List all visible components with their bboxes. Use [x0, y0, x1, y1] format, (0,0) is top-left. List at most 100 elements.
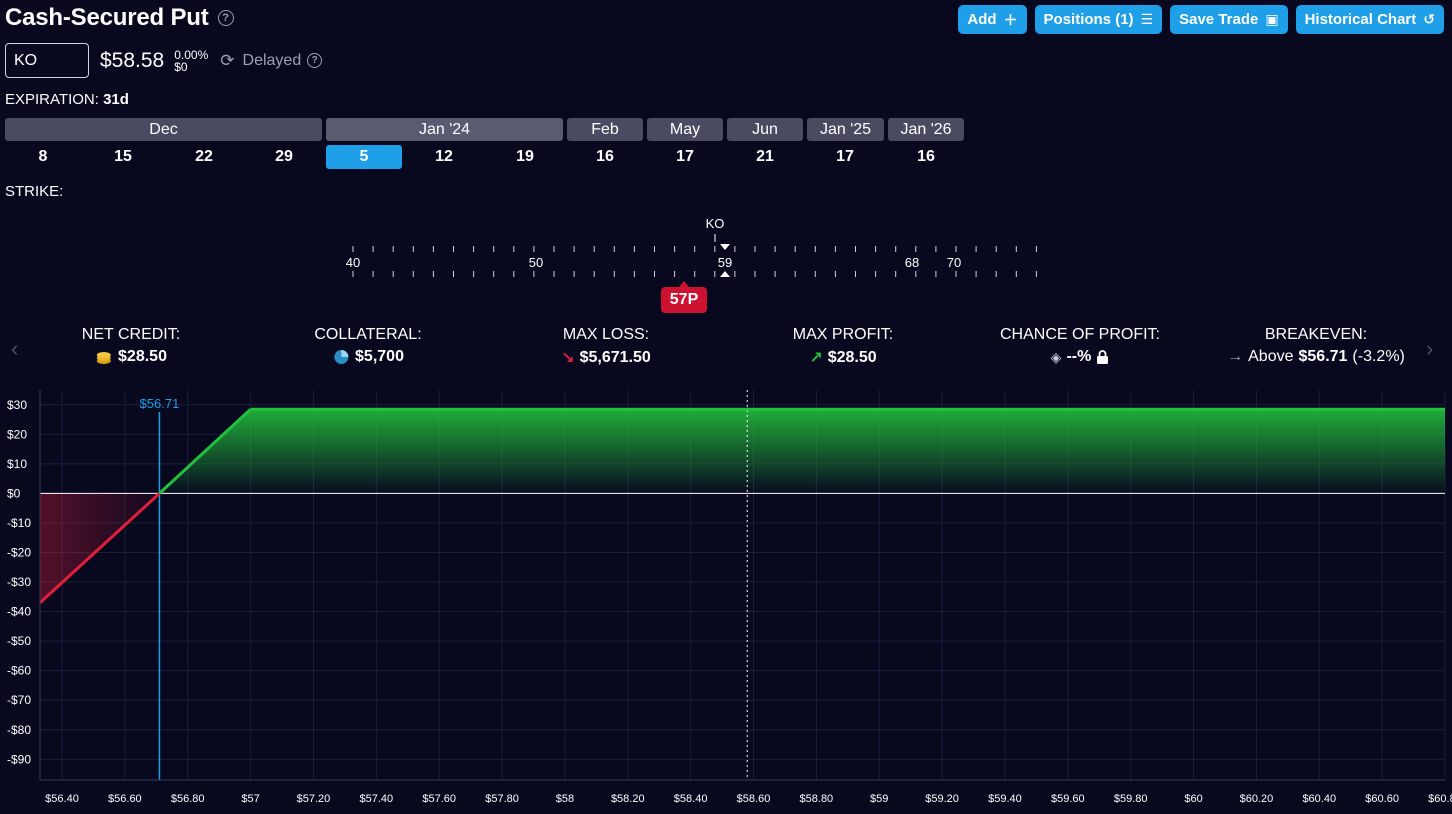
chance-of-profit-value: --%	[1066, 348, 1092, 365]
strike-ticks	[352, 246, 1037, 277]
month-jan-25[interactable]: Jan '25	[807, 118, 884, 141]
x-tick-label: $57	[241, 793, 259, 805]
title-text: Cash-Secured Put	[5, 4, 209, 31]
stat-label: BREAKEVEN:	[1264, 326, 1368, 343]
net-credit-stat: NET CREDIT: $28.50	[82, 326, 180, 366]
month-dec[interactable]: Dec	[5, 118, 322, 141]
expiration-day[interactable]: 12	[406, 145, 482, 169]
stat-value-row: ↘ $5,671.50	[561, 348, 651, 368]
historical-chart-button[interactable]: Historical Chart ↺	[1295, 5, 1444, 34]
strike-slider[interactable]: KO 40 50 59 68 70	[0, 210, 1452, 320]
stat-label: MAX PROFIT:	[792, 326, 894, 343]
breakeven-label: $56.71	[140, 396, 180, 411]
breakeven-value: $56.71	[1298, 348, 1348, 365]
delayed-help-icon[interactable]: ?	[307, 53, 323, 68]
expiration-day[interactable]: 21	[727, 145, 803, 169]
expiration-day[interactable]: 22	[166, 145, 242, 169]
profit-area	[159, 409, 1446, 494]
change-amount: $0	[174, 59, 188, 74]
underlying-marker-label: KO	[706, 216, 725, 231]
expiration-day[interactable]: 29	[246, 145, 322, 169]
expiration-day[interactable]: 15	[85, 145, 161, 169]
y-tick-label: -$20	[7, 546, 31, 560]
strike-handle-57p[interactable]: 57P	[661, 281, 707, 313]
x-tick-label: $60.40	[1302, 793, 1336, 805]
chance-of-profit-stat: CHANCE OF PROFIT: ◈ --%	[1000, 326, 1160, 366]
trade-stats: ‹ NET CREDIT: $28.50 COLLATERAL: $5,700 …	[0, 320, 1452, 378]
month-jan-24[interactable]: Jan '24	[326, 118, 563, 141]
y-tick-label: -$10	[7, 516, 31, 530]
stat-value-row: → Above $56.71 (-3.2%)	[1227, 348, 1405, 366]
delayed-status[interactable]: ⟳ Delayed ?	[220, 51, 323, 71]
add-button[interactable]: Add ＋	[958, 5, 1027, 34]
refresh-icon[interactable]: ⟳	[220, 51, 234, 71]
pie-icon	[334, 350, 349, 364]
x-tick-label: $57.20	[297, 793, 331, 805]
arrow-up-right-icon: ↗	[809, 350, 823, 367]
y-tick-label: $0	[7, 486, 21, 500]
y-tick-label: -$70	[7, 693, 31, 707]
x-tick-label: $56.80	[171, 793, 205, 805]
month-jan-26[interactable]: Jan '26	[888, 118, 964, 141]
positions-button[interactable]: Positions (1) ☰	[1034, 5, 1163, 34]
y-tick-label: -$40	[7, 605, 31, 619]
expiration-label-text: EXPIRATION:	[5, 91, 99, 108]
max-loss-value: $5,671.50	[579, 349, 651, 366]
list-icon: ☰	[1140, 11, 1154, 27]
profit-loss-chart[interactable]: $56.71 $56.40 $56.60 $56.80 $57 $57.20 $57.40…	[0, 390, 1452, 814]
stat-label: MAX LOSS:	[562, 326, 650, 343]
collateral-stat: COLLATERAL: $5,700	[314, 326, 421, 366]
month-may[interactable]: May	[647, 118, 723, 141]
toolbar: Add ＋ Positions (1) ☰ Save Trade ▣ Histo…	[958, 5, 1444, 34]
strike-scale-label: 70	[947, 255, 961, 270]
positions-button-label: Positions (1)	[1043, 11, 1134, 28]
max-profit-value: $28.50	[827, 349, 877, 366]
stat-label: CHANCE OF PROFIT:	[999, 326, 1161, 343]
x-tick-label: $58.40	[674, 793, 708, 805]
x-tick-label: $59.60	[1051, 793, 1085, 805]
delayed-label: Delayed	[242, 51, 302, 69]
history-icon: ↺	[1423, 11, 1435, 27]
save-trade-button-label: Save Trade	[1179, 11, 1259, 28]
current-price-marker-top	[720, 244, 730, 250]
expiration-days: 31d	[103, 91, 129, 108]
expiration-day[interactable]: 17	[807, 145, 883, 169]
coins-icon	[97, 352, 112, 364]
strike-scale-label: 40	[346, 255, 360, 270]
expiration-day[interactable]: 16	[567, 145, 643, 169]
lock-icon[interactable]	[1096, 349, 1109, 365]
y-tick-label: -$50	[7, 634, 31, 648]
save-trade-button[interactable]: Save Trade ▣	[1170, 5, 1288, 34]
expiration-day-selected[interactable]: 5	[326, 145, 402, 169]
save-icon: ▣	[1265, 11, 1279, 27]
y-tick-label: -$80	[7, 723, 31, 737]
expiration-day[interactable]: 17	[647, 145, 723, 169]
help-icon[interactable]: ?	[217, 10, 234, 26]
strike-scale-label: 50	[529, 255, 543, 270]
expiration-day[interactable]: 8	[5, 145, 81, 169]
ticker-input[interactable]	[5, 43, 89, 78]
strike-label: STRIKE:	[5, 183, 64, 200]
strike-scale-label: 68	[905, 255, 919, 270]
x-tick-label: $59.80	[1114, 793, 1148, 805]
x-tick-label: $60.80	[1428, 793, 1452, 805]
expiration-label: EXPIRATION: 31d	[5, 91, 129, 108]
add-button-label: Add	[967, 11, 997, 28]
month-feb[interactable]: Feb	[567, 118, 643, 141]
stat-label: NET CREDIT:	[81, 326, 181, 343]
breakeven-stat: BREAKEVEN: → Above $56.71 (-3.2%)	[1227, 326, 1405, 366]
price-change: 0.00% $0	[174, 49, 208, 73]
chevron-right-icon[interactable]: ›	[1426, 336, 1433, 362]
y-tick-label: $10	[7, 457, 27, 471]
month-jun[interactable]: Jun	[727, 118, 803, 141]
plus-icon: ＋	[1003, 11, 1018, 28]
x-tick-label: $59.40	[988, 793, 1022, 805]
x-tick-label: $58	[556, 793, 574, 805]
dice-icon: ◈	[1050, 348, 1062, 365]
current-price-marker-bottom	[720, 271, 730, 277]
expiration-day[interactable]: 19	[487, 145, 563, 169]
expiration-day[interactable]: 16	[888, 145, 964, 169]
chevron-left-icon[interactable]: ‹	[11, 336, 18, 362]
x-tick-label: $58.20	[611, 793, 645, 805]
y-tick-label: -$90	[7, 752, 31, 766]
